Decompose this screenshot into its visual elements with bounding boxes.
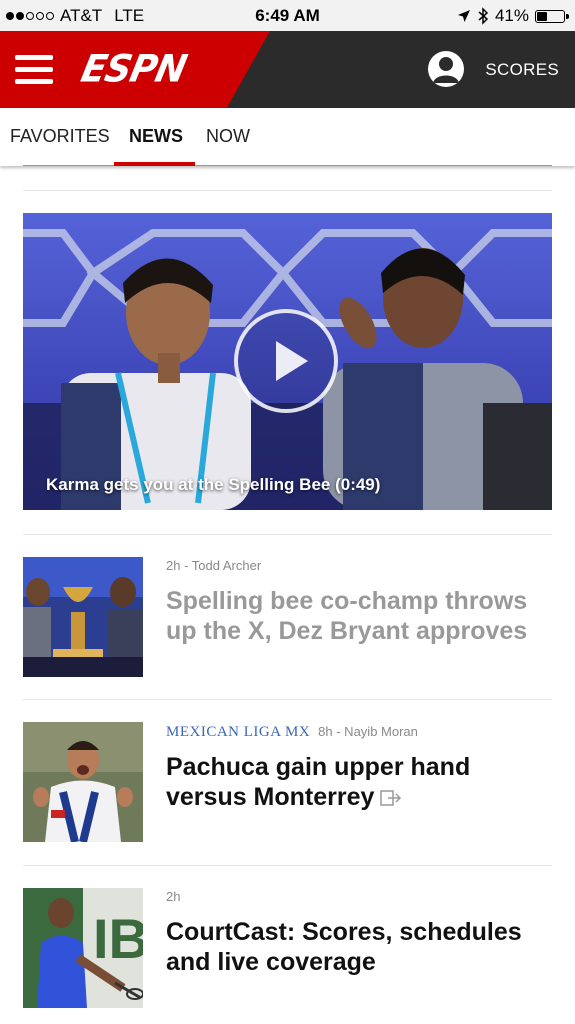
- external-link-icon: [380, 790, 402, 807]
- espn-logo[interactable]: ESPN: [77, 48, 189, 91]
- play-icon[interactable]: [234, 309, 338, 413]
- status-right: 41%: [457, 6, 569, 26]
- section-tabs: FAVORITES NEWS NOW: [0, 108, 575, 166]
- battery-icon: [535, 9, 569, 23]
- article-headline[interactable]: Pachuca gain upper hand versus Monterrey: [166, 752, 556, 812]
- article-headline[interactable]: CourtCast: Scores, schedules and live co…: [166, 917, 556, 977]
- scores-button[interactable]: SCORES: [485, 60, 559, 80]
- bluetooth-icon: [478, 7, 489, 25]
- video-caption: Karma gets you at the Spelling Bee (0:49…: [46, 475, 381, 494]
- app-header: ESPN SCORES: [0, 31, 575, 108]
- article-byline: 2h - Todd Archer: [166, 558, 262, 573]
- article-meta: 2h - Todd Archer: [166, 558, 261, 573]
- profile-icon[interactable]: [428, 51, 464, 87]
- article-meta: MEXICAN LIGA MX 8h - Nayib Moran: [166, 724, 418, 741]
- divider: [23, 190, 552, 191]
- active-tab-indicator: [114, 162, 195, 166]
- article-byline: 2h: [166, 889, 181, 904]
- tab-now[interactable]: NOW: [206, 126, 250, 147]
- article-byline: 8h - Nayib Moran: [318, 724, 418, 739]
- location-arrow-icon: [457, 10, 470, 22]
- article-thumbnail[interactable]: [23, 557, 143, 677]
- article-headline-text: Pachuca gain upper hand versus Monterrey: [166, 753, 471, 811]
- status-bar: AT&T LTE 6:49 AM 41%: [0, 0, 575, 31]
- featured-video[interactable]: Karma gets you at the Spelling Bee (0:49…: [23, 213, 552, 510]
- article-thumbnail[interactable]: [23, 722, 143, 842]
- divider: [23, 534, 552, 535]
- menu-icon[interactable]: [15, 55, 53, 85]
- divider: [23, 699, 552, 700]
- svg-text:IB: IB: [93, 907, 143, 970]
- article-thumbnail[interactable]: IB: [23, 888, 143, 1008]
- tab-favorites[interactable]: FAVORITES: [10, 126, 110, 147]
- tab-news[interactable]: NEWS: [129, 126, 183, 147]
- battery-percent: 41%: [494, 6, 529, 25]
- article-category[interactable]: MEXICAN LIGA MX: [166, 724, 310, 740]
- article-meta: 2h: [166, 889, 180, 904]
- article-headline[interactable]: Spelling bee co-champ throws up the X, D…: [166, 586, 556, 646]
- tabs-divider: [23, 165, 552, 166]
- divider: [23, 865, 552, 866]
